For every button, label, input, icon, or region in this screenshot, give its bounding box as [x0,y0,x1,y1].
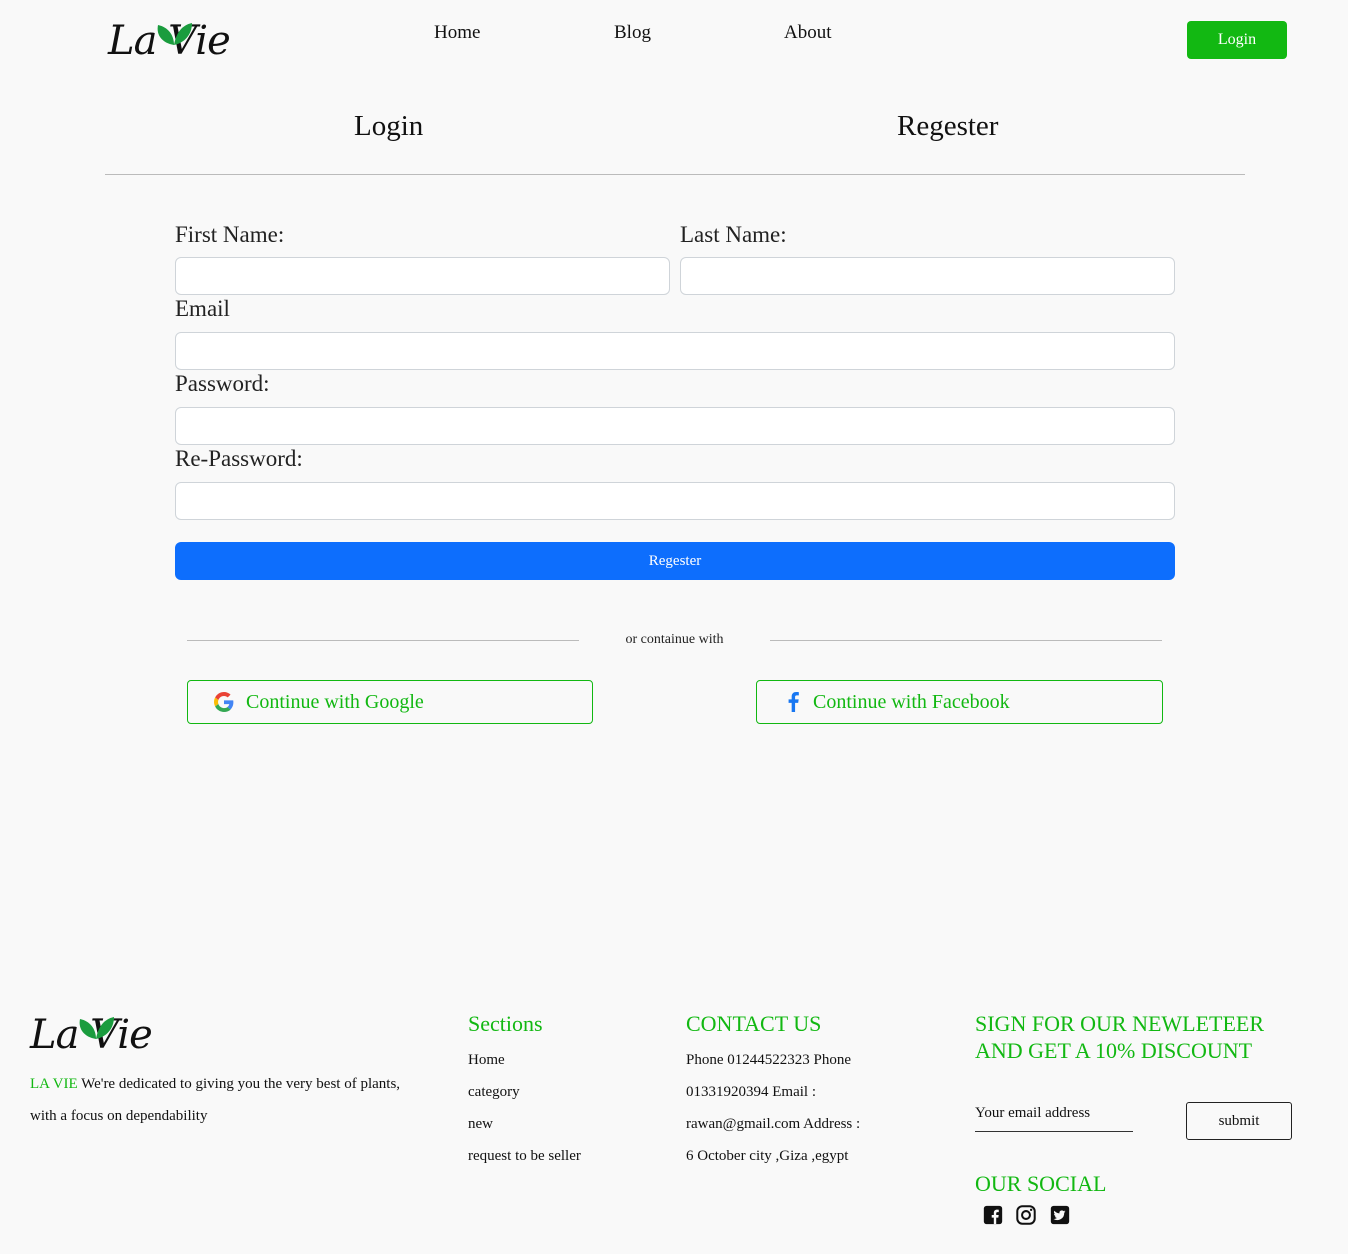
repassword-label: Re-Password: [175,446,303,471]
footer-about-line1: We're dedicated to giving you the very b… [81,1076,401,1092]
footer-contact-line: 01331920394 Email : [686,1084,816,1100]
footer-newsletter-title: SIGN FOR OUR NEWLETEER AND GET A 10% DIS… [975,1010,1335,1064]
google-button-label: Continue with Google [246,690,424,713]
twitter-icon[interactable] [1049,1204,1071,1226]
repassword-input[interactable] [175,482,1175,520]
divider-text: or containue with [625,632,724,647]
last-name-label: Last Name: [680,222,787,247]
facebook-f-icon [788,692,799,712]
tab-login[interactable]: Login [354,110,423,143]
facebook-icon[interactable] [982,1204,1004,1226]
footer-contact-line: Phone 01244522323 Phone [686,1052,851,1068]
footer-about-line2: with a focus on dependability [30,1108,208,1124]
last-name-input[interactable] [680,257,1175,295]
nav-about[interactable]: About [784,22,832,44]
register-button[interactable]: Regester [175,542,1175,580]
password-input[interactable] [175,407,1175,445]
google-icon [214,692,234,712]
footer-social-title: OUR SOCIAL [975,1171,1107,1196]
facebook-button-label: Continue with Facebook [813,690,1010,713]
divider-line-left [187,640,579,641]
footer-brand: LA VIE [30,1076,78,1092]
first-name-label: First Name: [175,222,285,247]
leaf-icon [157,23,192,45]
divider-line-right [770,640,1162,641]
footer-sections-title: Sections [468,1011,543,1036]
footer-link-home[interactable]: Home [468,1052,505,1069]
password-label: Password: [175,371,270,396]
instagram-icon[interactable] [1015,1204,1037,1226]
nav-blog[interactable]: Blog [614,22,651,44]
first-name-input[interactable] [175,257,670,295]
newsletter-submit-button[interactable]: submit [1186,1102,1292,1140]
footer-contact-line: 6 October city ,Giza ,egypt [686,1148,849,1164]
tab-register[interactable]: Regester [897,110,998,143]
footer-link-seller[interactable]: request to be seller [468,1148,581,1165]
header-logo[interactable]: La Vie [106,12,236,68]
newsletter-email-input[interactable] [975,1096,1133,1132]
email-input[interactable] [175,332,1175,370]
tabs-divider [105,174,1245,175]
newsletter-title-line1: SIGN FOR OUR NEWLETEER [975,1011,1265,1036]
footer-link-category[interactable]: category [468,1084,520,1101]
nav-home[interactable]: Home [434,22,480,44]
newsletter-title-line2: AND GET A 10% DISCOUNT [975,1038,1253,1063]
footer-contact-title: CONTACT US [686,1011,822,1036]
leaf-icon [79,1017,114,1039]
header-login-button[interactable]: Login [1187,21,1287,59]
footer-link-new[interactable]: new [468,1116,493,1133]
email-label: Email [175,296,230,321]
footer-contact-line: rawan@gmail.com Address : [686,1116,861,1132]
continue-google-button[interactable]: Continue with Google [187,680,593,724]
footer-logo[interactable]: La Vie [28,1006,158,1062]
footer-about: LA VIE We're dedicated to giving you the… [30,1068,440,1132]
continue-facebook-button[interactable]: Continue with Facebook [756,680,1163,724]
